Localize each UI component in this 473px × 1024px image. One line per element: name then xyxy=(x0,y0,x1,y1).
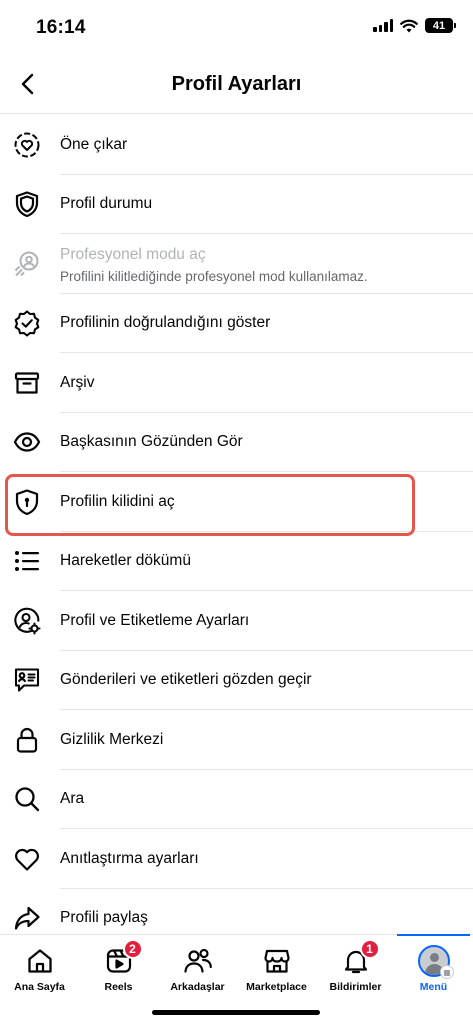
friends-icon xyxy=(182,945,214,977)
nav-item-marketplace[interactable]: Marketplace xyxy=(237,935,316,999)
nav-label: Arkadaşlar xyxy=(170,981,225,993)
page-title: Profil Ayarları xyxy=(171,73,302,95)
menu-item-label: Profesyonel modu aç xyxy=(60,246,206,263)
bell-icon: 1 xyxy=(340,939,380,977)
menu-item-share-profile[interactable]: Profili paylaş xyxy=(0,889,473,936)
nav-label: Bildirimler xyxy=(329,981,382,993)
eye-icon xyxy=(12,427,42,457)
menu-avatar xyxy=(417,945,454,979)
status-icons: 41 xyxy=(373,18,456,33)
heart-icon xyxy=(12,844,42,874)
menu-item-label: Profili paylaş xyxy=(60,909,148,927)
bottom-nav: Ana Sayfa 2 Reels Arkadaşlar Marketplace… xyxy=(0,934,473,1024)
shield-icon xyxy=(12,189,42,219)
menu-item-label: Anıtlaştırma ayarları xyxy=(60,849,199,867)
nav-label: Ana Sayfa xyxy=(14,981,65,993)
menu-item-memorialization[interactable]: Anıtlaştırma ayarları xyxy=(0,829,473,889)
menu-item-feature[interactable]: Öne çıkar xyxy=(0,115,473,175)
battery-level: 41 xyxy=(432,19,446,32)
review-posts-icon xyxy=(12,665,42,695)
menu-item-verified[interactable]: Profilinin doğrulandığını göster xyxy=(0,294,473,353)
menu-item-unlock-profile[interactable]: Profilin kilidini aç xyxy=(0,472,473,532)
profile-settings-list: Öne çıkar Profil durumu Profesyonel modu… xyxy=(0,115,473,935)
hamburger-icon xyxy=(439,965,454,979)
menu-item-sublabel: Profilini kilitlediğinde profesyonel mod… xyxy=(60,269,368,284)
header: Profil Ayarları xyxy=(0,56,473,114)
nav-label: Reels xyxy=(104,981,133,993)
reels-icon: 2 xyxy=(103,939,143,977)
nav-label: Marketplace xyxy=(246,981,307,993)
store-icon xyxy=(261,945,293,977)
menu-item-label: Öne çıkar xyxy=(60,135,128,153)
menu-item-search[interactable]: Ara xyxy=(0,770,473,829)
archive-icon xyxy=(12,368,42,398)
nav-item-home[interactable]: Ana Sayfa xyxy=(0,935,79,999)
menu-item-activity-log[interactable]: Hareketler dökümü xyxy=(0,532,473,591)
lock-icon xyxy=(12,725,42,755)
nav-item-reels[interactable]: 2 Reels xyxy=(79,935,158,999)
menu-item-label: Profil durumu xyxy=(60,195,153,213)
menu-item-label: Arşiv xyxy=(60,373,95,391)
menu-item-label: Hareketler dökümü xyxy=(60,552,191,570)
menu-item-label: Profilin kilidini aç xyxy=(60,492,175,510)
professional-mode-icon xyxy=(12,249,42,279)
nav-item-menu[interactable]: Menü xyxy=(394,934,473,999)
share-icon xyxy=(12,903,42,933)
menu-item-archive[interactable]: Arşiv xyxy=(0,353,473,413)
notification-badge: 1 xyxy=(359,939,380,959)
menu-item-label: Gizlilik Merkezi xyxy=(60,730,164,748)
menu-item-privacy-center[interactable]: Gizlilik Merkezi xyxy=(0,710,473,770)
verified-badge-icon xyxy=(12,308,42,338)
home-indicator xyxy=(152,1010,320,1015)
home-icon xyxy=(24,945,56,977)
list-icon xyxy=(12,546,42,576)
signal-icon xyxy=(373,19,393,32)
heart-badge-icon xyxy=(12,130,42,160)
status-time: 16:14 xyxy=(36,17,86,38)
menu-item-view-as[interactable]: Başkasının Gözünden Gör xyxy=(0,413,473,472)
notification-badge: 2 xyxy=(122,939,143,959)
nav-item-friends[interactable]: Arkadaşlar xyxy=(158,935,237,999)
profile-settings-icon xyxy=(12,606,42,636)
menu-item-profile-tagging[interactable]: Profil ve Etiketleme Ayarları xyxy=(0,591,473,651)
menu-item-profile-status[interactable]: Profil durumu xyxy=(0,175,473,234)
menu-item-text: Profesyonel modu aç Profilini kilitlediğ… xyxy=(60,246,368,284)
menu-item-label: Başkasının Gözünden Gör xyxy=(60,433,243,451)
nav-item-notifications[interactable]: 1 Bildirimler xyxy=(316,935,395,999)
menu-item-label: Gönderileri ve etiketleri gözden geçir xyxy=(60,671,312,689)
status-bar: 16:14 41 xyxy=(0,0,473,56)
shield-lock-icon xyxy=(12,487,42,517)
menu-item-label: Profil ve Etiketleme Ayarları xyxy=(60,611,250,629)
menu-item-label: Ara xyxy=(60,790,85,808)
menu-item-review-posts[interactable]: Gönderileri ve etiketleri gözden geçir xyxy=(0,651,473,710)
battery-icon: 41 xyxy=(425,18,456,33)
menu-item-label: Profilinin doğrulandığını göster xyxy=(60,314,271,332)
nav-label: Menü xyxy=(419,981,448,993)
menu-item-professional-mode: Profesyonel modu aç Profilini kilitlediğ… xyxy=(0,234,473,294)
search-icon xyxy=(12,784,42,814)
wifi-icon xyxy=(400,19,418,32)
